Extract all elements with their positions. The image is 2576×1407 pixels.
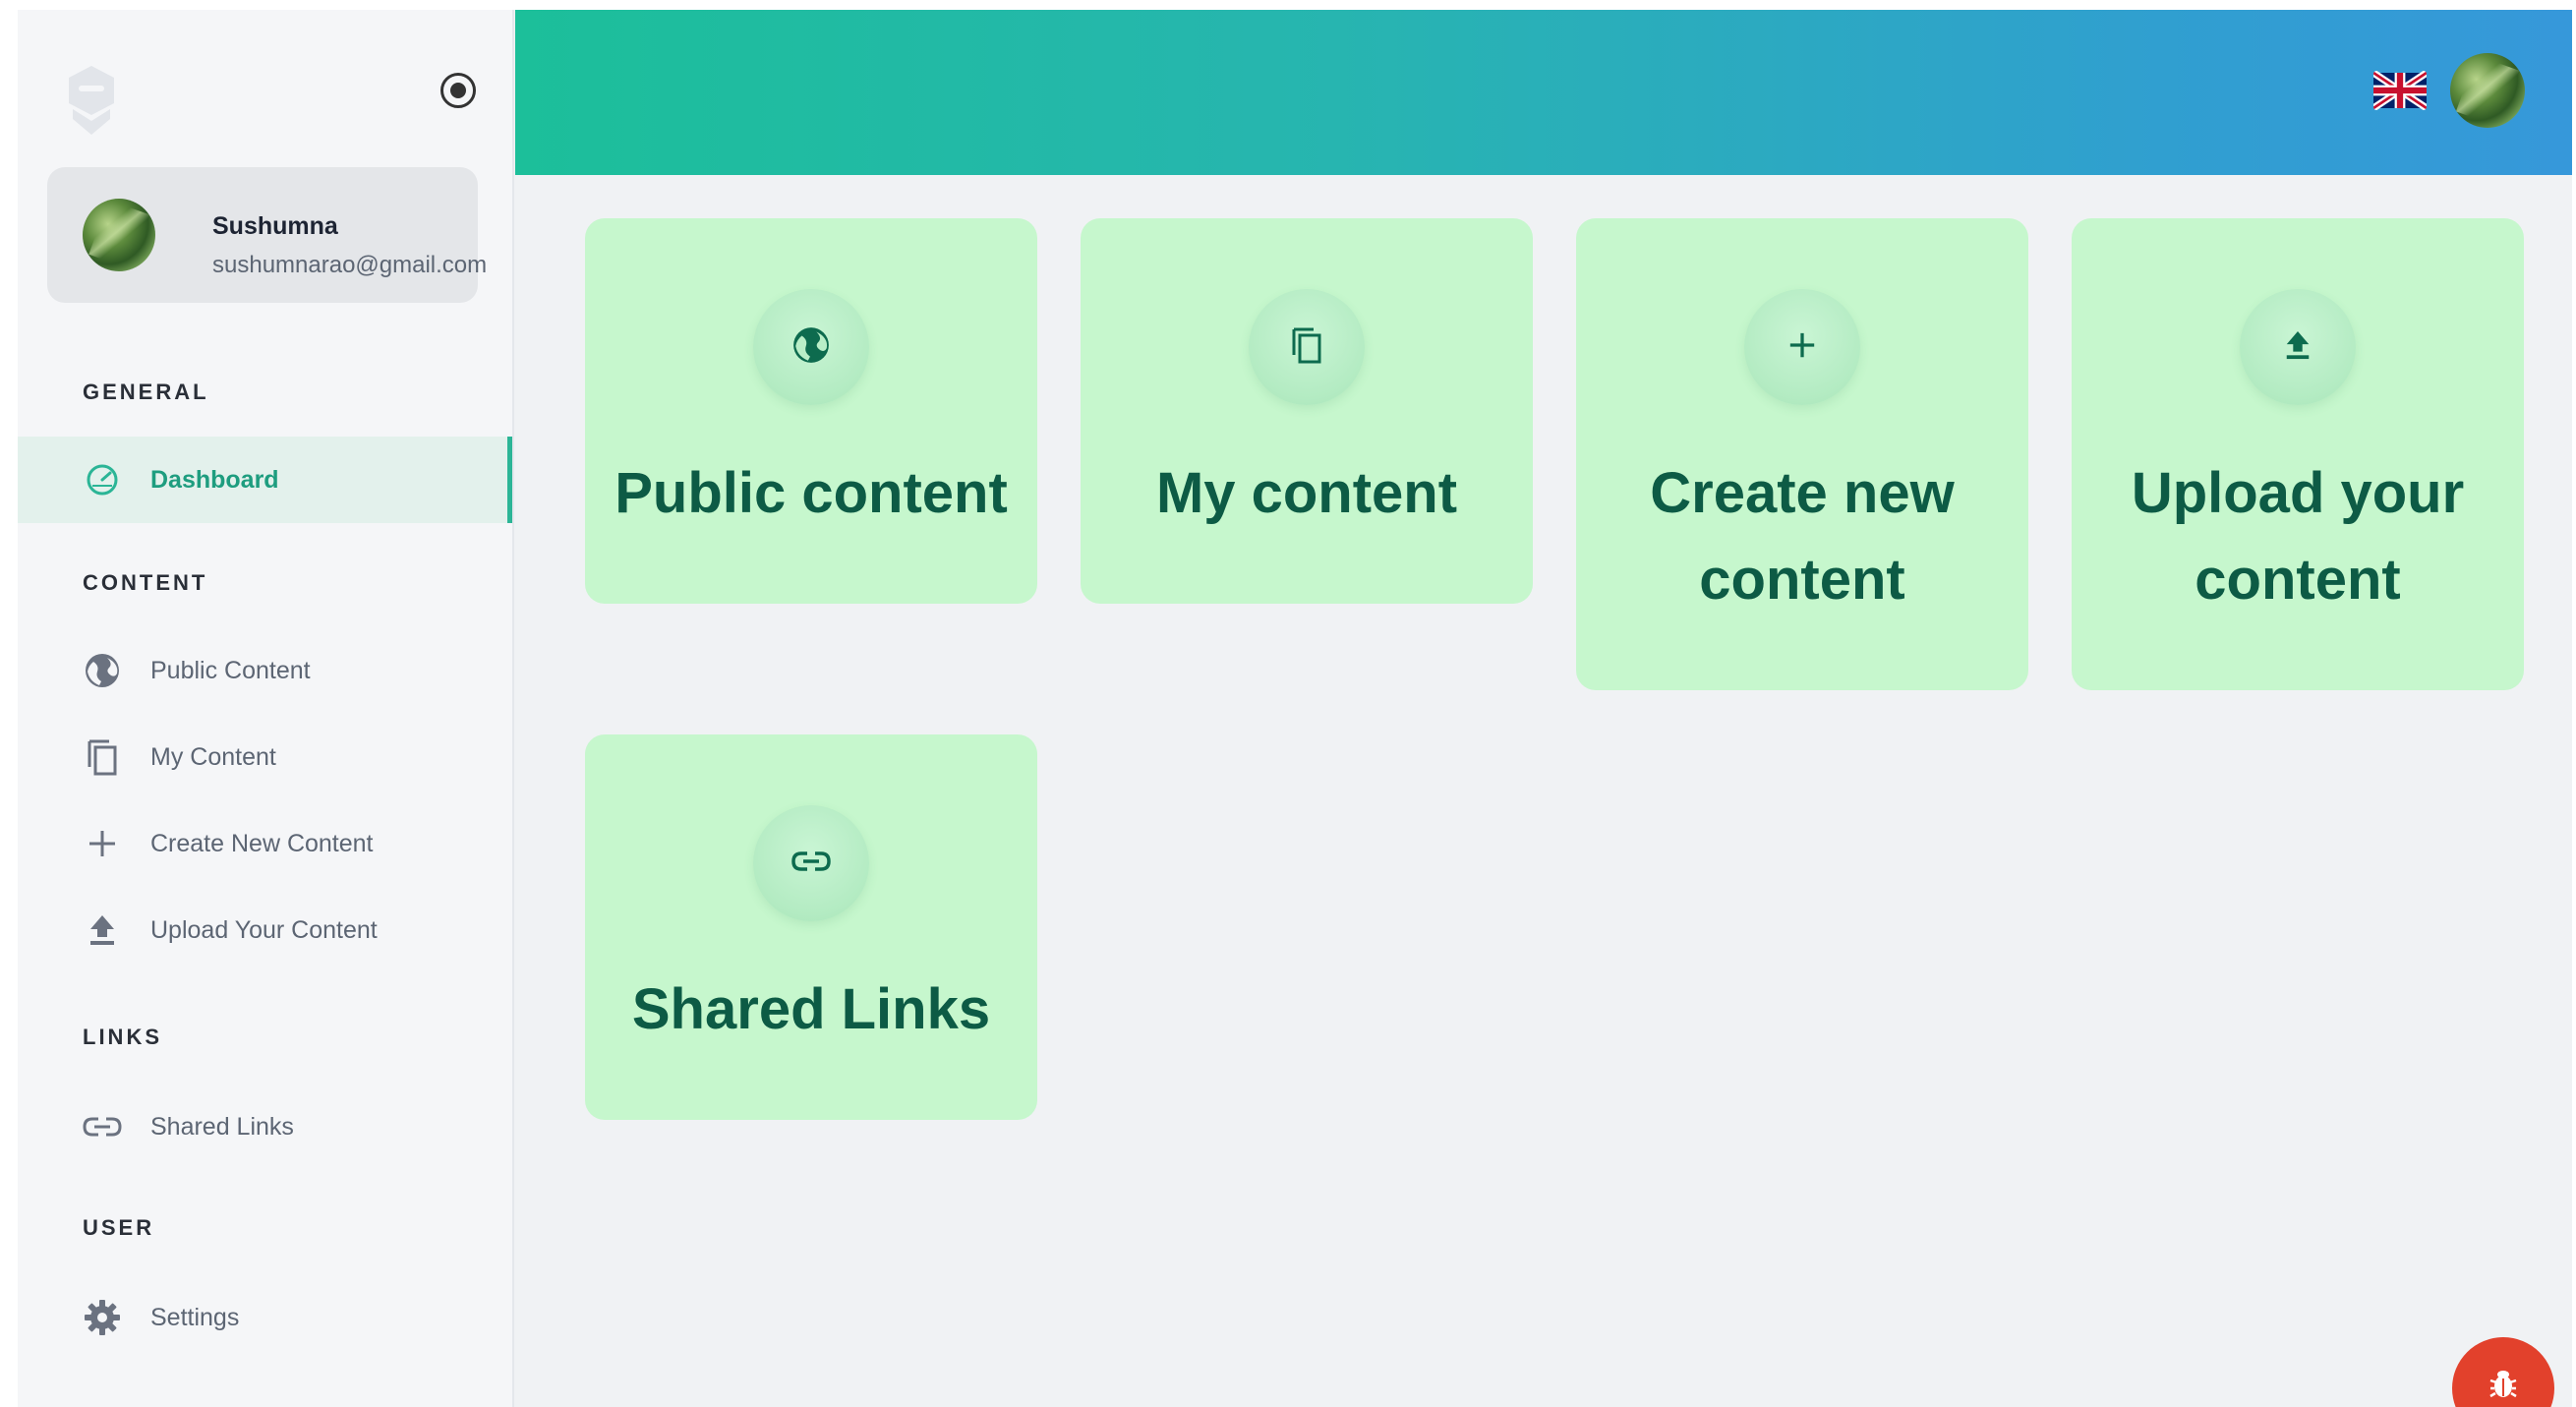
profile-name: Sushumna [212, 212, 338, 240]
top-bar [515, 10, 2572, 175]
profile-card[interactable]: Sushumna sushumnarao@gmail.com [47, 167, 487, 303]
card-shared-links[interactable]: Shared Links [585, 734, 1037, 1120]
card-icon-circle [2240, 289, 2356, 405]
radio-dot-icon [450, 83, 466, 98]
bug-icon [2487, 1367, 2520, 1405]
section-label-links: LINKS [83, 1025, 162, 1049]
card-create-new-content[interactable]: Create new content [1576, 218, 2028, 690]
copy-icon [1288, 324, 1325, 371]
avatar [83, 199, 155, 271]
user-avatar-button[interactable] [2450, 53, 2525, 128]
globe-icon [83, 651, 122, 690]
app-logo-icon[interactable] [65, 64, 118, 139]
sidebar: Sushumna sushumnarao@gmail.com GENERAL D… [18, 10, 514, 1407]
upload-icon [83, 910, 122, 950]
sidebar-item-label: Dashboard [150, 465, 279, 494]
section-label-general: GENERAL [83, 380, 209, 404]
card-icon-circle [1249, 289, 1365, 405]
sidebar-item-upload-your-content[interactable]: Upload Your Content [18, 887, 512, 973]
uk-flag-icon[interactable] [2373, 71, 2427, 110]
sidebar-item-shared-links[interactable]: Shared Links [18, 1084, 512, 1170]
card-my-content[interactable]: My content [1081, 218, 1533, 604]
card-icon-circle [753, 289, 869, 405]
card-title: Create new content [1650, 461, 1955, 612]
speedometer-icon [83, 460, 122, 499]
app-window: Sushumna sushumnarao@gmail.com GENERAL D… [18, 10, 2572, 1407]
card-icon-circle [753, 805, 869, 921]
sidebar-item-label: Upload Your Content [150, 915, 378, 944]
card-icon-circle [1744, 289, 1860, 405]
card-public-content[interactable]: Public content [585, 218, 1037, 604]
card-title: My content [1155, 461, 1458, 525]
sidebar-item-settings[interactable]: Settings [18, 1274, 512, 1361]
sidebar-item-label: Create New Content [150, 829, 374, 857]
bug-report-button[interactable] [2452, 1337, 2554, 1407]
card-title: Public content [615, 461, 1008, 525]
link-icon [83, 1107, 122, 1146]
theme-toggle-button[interactable] [440, 73, 476, 108]
card-title: Shared Links [631, 977, 991, 1041]
upload-icon [2283, 328, 2313, 367]
gear-icon [83, 1298, 122, 1337]
sidebar-item-label: My Content [150, 742, 276, 771]
sidebar-item-dashboard[interactable]: Dashboard [18, 437, 512, 523]
sidebar-item-my-content[interactable]: My Content [18, 714, 512, 800]
copy-icon [83, 737, 122, 777]
section-label-content: CONTENT [83, 570, 208, 595]
sidebar-item-label: Shared Links [150, 1112, 294, 1141]
card-upload-your-content[interactable]: Upload your content [2072, 218, 2524, 690]
card-title: Upload your content [2131, 461, 2465, 612]
sidebar-item-label: Public Content [150, 656, 311, 684]
sidebar-item-create-new-content[interactable]: Create New Content [18, 800, 512, 887]
sidebar-item-label: Settings [150, 1303, 240, 1331]
plus-icon [83, 824, 122, 863]
profile-email: sushumnarao@gmail.com [212, 252, 488, 278]
section-label-user: USER [83, 1215, 155, 1240]
plus-icon [1787, 330, 1817, 365]
globe-icon [791, 325, 831, 370]
sidebar-item-public-content[interactable]: Public Content [18, 627, 512, 714]
link-icon [791, 850, 831, 878]
